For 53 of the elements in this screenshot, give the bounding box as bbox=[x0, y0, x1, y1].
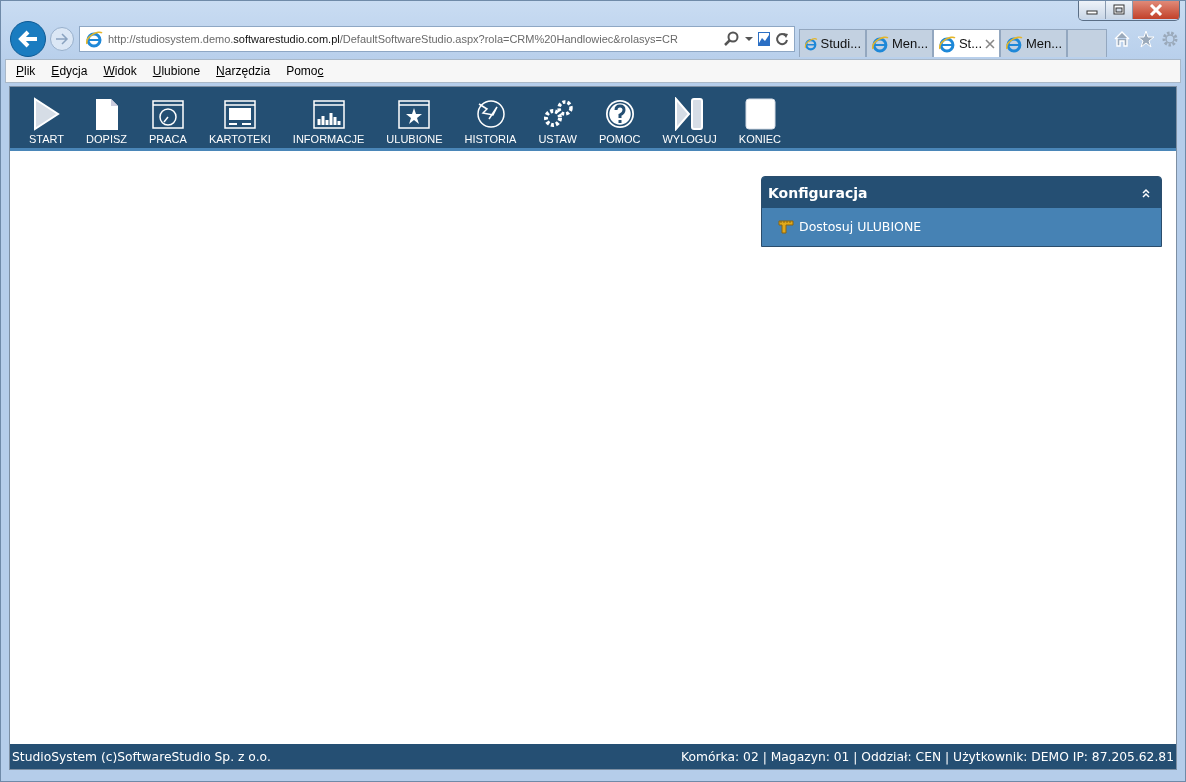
square-icon bbox=[742, 97, 777, 131]
panel-title: Konfiguracja bbox=[768, 184, 868, 201]
window-bar-chart-icon bbox=[311, 97, 346, 131]
compatibility-icon[interactable] bbox=[758, 32, 770, 46]
search-icon[interactable] bbox=[724, 31, 740, 47]
menu-item[interactable]: Pomoc bbox=[286, 64, 332, 78]
close-icon bbox=[1149, 4, 1163, 16]
address-text: http://studiosystem.demo.softwarestudio.com.pl/DefaultSoftwareStudio.aspx?rola=CRM%20Handlowiec&rolasys=CR bbox=[108, 33, 679, 45]
toolbar-button[interactable]: DOPISZ bbox=[75, 97, 138, 145]
browser-logo-icon bbox=[938, 34, 956, 53]
browser-tab[interactable]: Men... bbox=[866, 29, 933, 57]
toolbar-button[interactable]: KARTOTEKI bbox=[197, 97, 282, 145]
address-bar[interactable]: http://studiosystem.demo.softwarestudio.com.pl/DefaultSoftwareStudio.aspx?rola=CRM%20Handlowiec&rolasys=CR bbox=[79, 26, 795, 52]
dropdown-caret-icon[interactable] bbox=[745, 36, 753, 42]
star-icon[interactable] bbox=[1137, 30, 1155, 48]
refresh-icon[interactable] bbox=[775, 32, 789, 46]
toolbar-button[interactable]: POMOC bbox=[587, 97, 652, 145]
close-button[interactable] bbox=[1133, 1, 1179, 19]
panel-link[interactable]: Dostosuj ULUBIONE bbox=[778, 218, 1161, 234]
menu-item[interactable]: Plik bbox=[16, 64, 44, 78]
menu-item[interactable]: Widok bbox=[103, 64, 145, 78]
home-icon[interactable] bbox=[1113, 30, 1131, 48]
menu-item[interactable]: Ulubione bbox=[152, 64, 209, 78]
ruler-icon bbox=[778, 218, 794, 234]
browser-logo-icon bbox=[85, 30, 103, 48]
toolbar-button[interactable]: INFORMACJE bbox=[281, 97, 376, 145]
forward-arrow-icon bbox=[55, 33, 69, 45]
browser-logo-icon bbox=[871, 34, 889, 53]
menu-item[interactable]: Edycja bbox=[51, 64, 96, 78]
browser-tab[interactable]: Men... bbox=[1000, 29, 1067, 57]
toolbar-button[interactable]: PRACA bbox=[138, 97, 198, 145]
toolbar-button[interactable]: WYLOGUJ bbox=[651, 97, 728, 145]
back-arrow-icon bbox=[17, 29, 39, 49]
toolbar-button[interactable]: USTAW bbox=[527, 97, 588, 145]
toolbar-button[interactable]: KONIEC bbox=[727, 97, 793, 145]
minimize-button[interactable] bbox=[1079, 1, 1106, 19]
back-button[interactable] bbox=[10, 21, 46, 57]
status-text: StudioSystem (c)SoftwareStudio Sp. z o.o. bbox=[12, 749, 271, 764]
menu-item[interactable]: Narzędzia bbox=[216, 64, 279, 78]
restore-icon bbox=[1112, 4, 1126, 16]
close-tab-icon[interactable] bbox=[985, 38, 995, 49]
toolbar-button[interactable]: ULUBIONE bbox=[375, 97, 454, 145]
window-icon bbox=[222, 97, 257, 131]
status-info: Komórka: 02 | Magazyn: 01 | Oddział: CEN | Użytkownik: DEMO IP: 87.205.62.81 bbox=[681, 749, 1174, 764]
browser-tab[interactable]: St... bbox=[933, 29, 1000, 57]
collapse-icon[interactable] bbox=[1141, 187, 1151, 198]
maximize-button[interactable] bbox=[1106, 1, 1133, 19]
browser-logo-icon bbox=[1005, 34, 1023, 53]
window-clock-icon bbox=[150, 97, 185, 131]
forward-button[interactable] bbox=[50, 27, 74, 51]
toolbar-button[interactable]: START bbox=[18, 97, 76, 145]
browser-tab[interactable]: Studi... bbox=[799, 29, 866, 57]
toolbar-button[interactable]: HISTORIA bbox=[453, 97, 528, 145]
